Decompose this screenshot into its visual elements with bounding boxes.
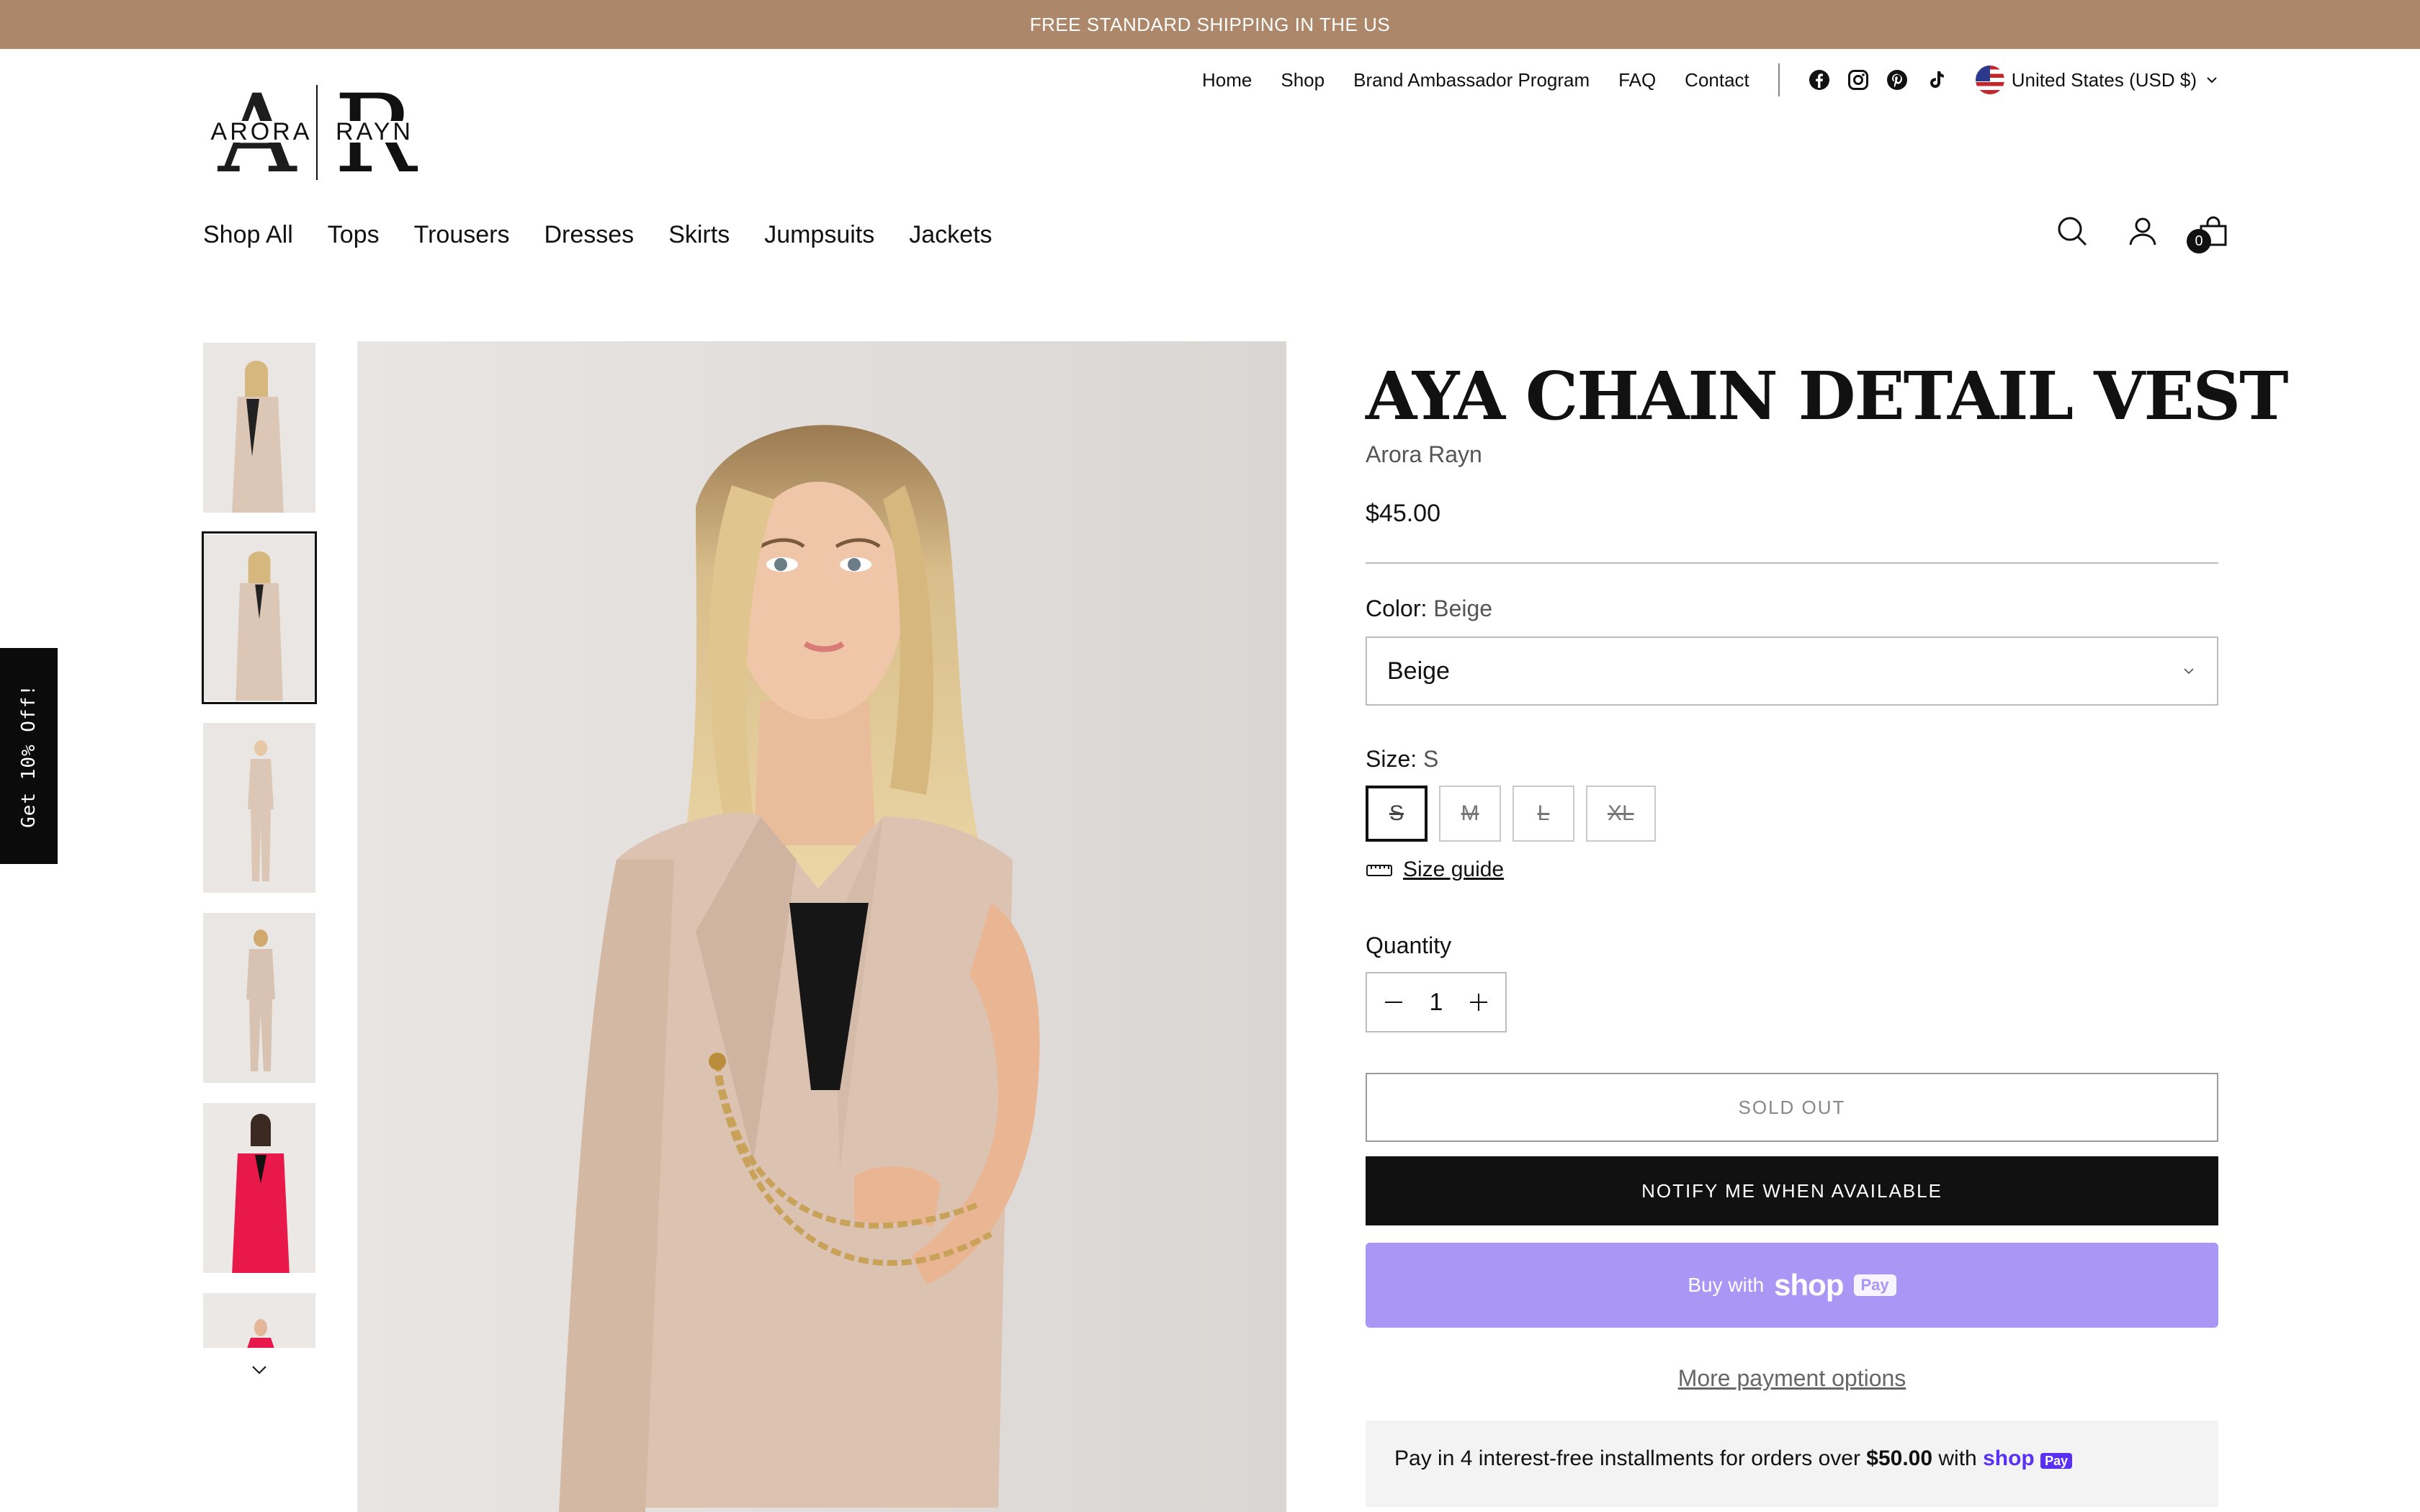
size-guide-label: Size guide — [1403, 858, 1505, 882]
quantity-stepper: 1 — [1366, 972, 1507, 1033]
cart-count-badge: 0 — [2187, 229, 2211, 253]
chevron-down-icon — [2207, 77, 2217, 84]
announcement-bar: FREE STANDARD SHIPPING IN THE US — [0, 0, 2420, 49]
brand-logo[interactable]: A R ARORA RAYN — [209, 72, 425, 197]
nav-dresses[interactable]: Dresses — [544, 221, 634, 249]
size-value: S — [1423, 746, 1439, 773]
shop-pay-logo: shop — [1983, 1446, 2035, 1471]
nav-jackets[interactable]: Jackets — [909, 221, 992, 249]
header-icons: 0 — [2054, 213, 2231, 253]
size-guide-link[interactable]: Size guide — [1366, 858, 2218, 882]
main-product-image[interactable] — [357, 341, 1286, 1512]
color-label: Color: — [1366, 595, 1428, 622]
sold-out-button[interactable]: SOLD OUT — [1366, 1073, 2218, 1143]
size-option-label: Size: S — [1366, 746, 2218, 773]
size-option-s[interactable]: S — [1366, 786, 1428, 842]
product-title: AYA CHAIN DETAIL VEST — [1366, 357, 2289, 435]
installments-amount: $50.00 — [1866, 1446, 1933, 1471]
country-label: United States (USD $) — [2011, 68, 2197, 91]
nav-tops[interactable]: Tops — [328, 221, 380, 249]
notify-me-button[interactable]: NOTIFY ME WHEN AVAILABLE — [1366, 1156, 2218, 1226]
size-option-xl[interactable]: XL — [1586, 786, 1656, 842]
thumbnail-3[interactable] — [202, 721, 317, 894]
account-button[interactable] — [2125, 213, 2161, 249]
color-select-value: Beige — [1387, 657, 1450, 685]
nav-shop-all[interactable]: Shop All — [203, 221, 293, 249]
search-button[interactable] — [2054, 213, 2090, 249]
color-option-label: Color: Beige — [1366, 595, 2218, 622]
thumbnail-1[interactable] — [202, 341, 317, 514]
product-price: $45.00 — [1366, 500, 1440, 528]
nav-link-contact[interactable]: Contact — [1685, 69, 1749, 91]
quantity-label: Quantity — [1366, 932, 1452, 959]
thumbnail-4[interactable] — [202, 912, 317, 1084]
ruler-icon — [1366, 865, 1392, 877]
discount-side-tab[interactable]: Get 10% Off! — [0, 648, 58, 864]
nav-link-brand-ambassador[interactable]: Brand Ambassador Program — [1353, 69, 1590, 91]
announcement-text: FREE STANDARD SHIPPING IN THE US — [1029, 13, 1391, 35]
thumbnail-5[interactable] — [202, 1102, 317, 1274]
size-options: S M L XL — [1366, 786, 2218, 842]
chevron-down-icon[interactable] — [248, 1359, 270, 1381]
thumbnail-2[interactable] — [202, 531, 317, 704]
product-vendor: Arora Rayn — [1366, 441, 1482, 468]
product-info: AYA CHAIN DETAIL VEST Arora Rayn $45.00 … — [1366, 357, 2289, 1508]
search-icon — [2058, 217, 2087, 246]
country-selector[interactable]: United States (USD $) — [1975, 66, 2220, 94]
installments-banner: Pay in 4 interest-free installments for … — [1366, 1421, 2218, 1508]
installments-prefix: Pay in 4 interest-free installments for … — [1394, 1446, 1867, 1471]
pay-badge: Pay — [1853, 1274, 1896, 1297]
quantity-decrease-button[interactable] — [1383, 991, 1404, 1013]
nav-trousers[interactable]: Trousers — [414, 221, 510, 249]
buy-with-label: Buy with — [1688, 1274, 1765, 1297]
utility-nav: Home Shop Brand Ambassador Program FAQ C… — [1202, 63, 2220, 96]
divider — [1778, 63, 1780, 96]
more-payment-options-link[interactable]: More payment options — [1366, 1365, 2218, 1392]
shop-pay-logo: shop — [1774, 1268, 1844, 1302]
nav-link-faq[interactable]: FAQ — [1618, 69, 1656, 91]
nav-link-shop[interactable]: Shop — [1281, 69, 1325, 91]
cart-button[interactable]: 0 — [2187, 213, 2231, 253]
thumbnail-6[interactable] — [202, 1292, 317, 1349]
nav-link-home[interactable]: Home — [1202, 69, 1252, 91]
instagram-icon[interactable] — [1847, 69, 1869, 91]
quantity-increase-button[interactable] — [1468, 991, 1489, 1013]
chevron-down-icon — [2184, 668, 2194, 675]
shop-pay-button[interactable]: Buy with shop Pay — [1366, 1243, 2218, 1328]
main-nav: Shop All Tops Trousers Dresses Skirts Ju… — [203, 217, 992, 252]
account-icon — [2129, 217, 2156, 246]
size-label: Size: — [1366, 746, 1417, 773]
installments-suffix: with — [1932, 1446, 1984, 1471]
us-flag-icon — [1975, 66, 2004, 94]
facebook-icon[interactable] — [1809, 69, 1830, 91]
pay-badge: Pay — [2040, 1453, 2073, 1470]
color-value: Beige — [1433, 595, 1493, 622]
size-option-m[interactable]: M — [1439, 786, 1501, 842]
tiktok-icon[interactable] — [1925, 69, 1947, 91]
nav-jumpsuits[interactable]: Jumpsuits — [764, 221, 874, 249]
quantity-value[interactable]: 1 — [1430, 989, 1443, 1017]
color-select[interactable]: Beige — [1366, 636, 2218, 706]
pinterest-icon[interactable] — [1886, 69, 1908, 91]
social-links — [1809, 69, 1947, 91]
divider — [1366, 562, 2218, 564]
size-option-l[interactable]: L — [1512, 786, 1574, 842]
discount-tab-label: Get 10% Off! — [18, 684, 40, 828]
brand-left-text: ARORA — [211, 118, 313, 145]
nav-skirts[interactable]: Skirts — [668, 221, 730, 249]
brand-right-text: RAYN — [336, 118, 413, 145]
